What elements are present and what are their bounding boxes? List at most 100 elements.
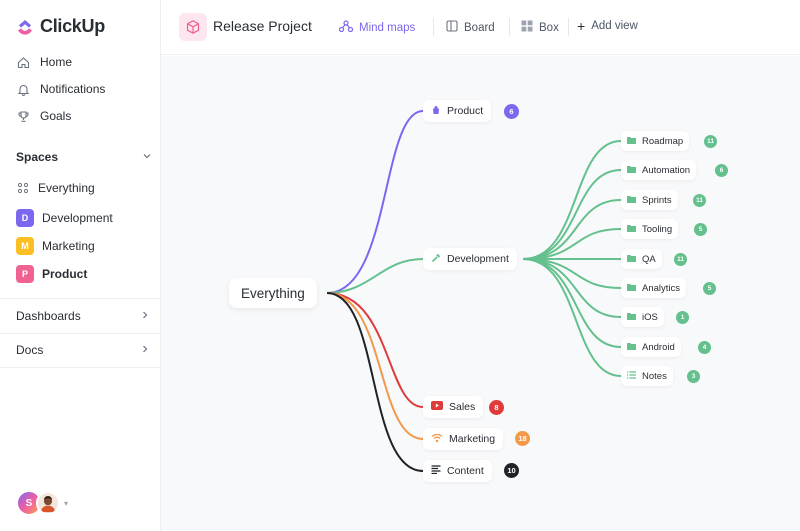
node-marketing-label: Marketing [449, 433, 496, 445]
node-notes[interactable]: Notes [621, 366, 673, 386]
bag-icon [431, 105, 441, 118]
list-icon [627, 370, 636, 382]
hammer-icon [431, 253, 441, 266]
node-roadmap-label: Roadmap [642, 135, 684, 147]
folder-icon [627, 224, 636, 235]
nav-goals[interactable]: Goals [16, 107, 71, 125]
nav-notifications[interactable]: Notifications [16, 80, 105, 98]
mind-map-canvas[interactable]: Everything Product 6 Development Sales 8… [161, 56, 800, 531]
count-badge: 8 [489, 400, 504, 415]
connector-marketing [326, 292, 424, 440]
board-icon [446, 20, 458, 35]
folder-icon [627, 165, 636, 176]
space-marketing[interactable]: M Marketing [16, 237, 95, 255]
node-automation-label: Automation [642, 164, 691, 176]
sidebar-divider [0, 298, 160, 299]
node-analytics-label: Analytics [642, 282, 681, 294]
node-notes-label: Notes [642, 370, 667, 382]
tab-box[interactable]: Box [521, 20, 559, 35]
node-roadmap[interactable]: Roadmap [621, 131, 690, 151]
spaces-title: Spaces [16, 150, 59, 164]
user-avatars[interactable]: S ▾ [16, 490, 68, 516]
chevron-right-icon [140, 309, 150, 323]
node-root-label: Everything [241, 285, 305, 301]
connector-notes [522, 258, 622, 377]
tab-mind-maps[interactable]: Mind maps [338, 20, 416, 35]
node-qa-label: QA [642, 253, 656, 265]
sidebar-dashboards[interactable]: Dashboards [16, 309, 150, 323]
node-android-label: Android [642, 341, 675, 353]
count-badge: 6 [715, 164, 728, 177]
node-product[interactable]: Product [423, 100, 492, 122]
node-sprints[interactable]: Sprints [621, 190, 678, 210]
avatar-photo [36, 491, 60, 515]
space-marketing-label: Marketing [42, 239, 95, 253]
wifi-icon [431, 433, 443, 446]
node-tooling[interactable]: Tooling [621, 219, 679, 239]
node-automation[interactable]: Automation [621, 160, 697, 180]
tab-divider [433, 18, 434, 36]
space-everything[interactable]: Everything [16, 181, 95, 195]
node-root[interactable]: Everything [229, 278, 317, 308]
node-ios[interactable]: iOS [621, 307, 664, 327]
connector-development [326, 258, 424, 294]
nav-home[interactable]: Home [16, 53, 72, 71]
space-product-label: Product [42, 267, 88, 281]
folder-icon [627, 136, 636, 147]
connector-product [326, 110, 424, 294]
tab-divider [509, 18, 510, 36]
page-title: Release Project [213, 18, 312, 34]
node-analytics[interactable]: Analytics [621, 278, 687, 298]
node-product-label: Product [447, 105, 484, 117]
dev-connectors [522, 140, 622, 377]
bell-icon [16, 82, 30, 96]
nav-home-label: Home [40, 55, 73, 69]
node-marketing[interactable]: Marketing [423, 428, 504, 450]
space-development-label: Development [42, 211, 113, 225]
folder-icon [627, 342, 636, 353]
plus-icon: + [577, 18, 586, 34]
sidebar-divider [0, 333, 160, 334]
tab-mind-maps-label: Mind maps [359, 21, 416, 34]
tab-board-label: Board [464, 21, 495, 34]
connector-roadmap [522, 140, 622, 260]
node-development-label: Development [447, 253, 509, 265]
count-badge: 1 [676, 311, 689, 324]
node-sprints-label: Sprints [642, 194, 672, 206]
space-everything-label: Everything [38, 181, 95, 195]
spaces-header[interactable]: Spaces [16, 150, 152, 164]
dashboards-label: Dashboards [16, 309, 81, 323]
count-badge: 3 [687, 370, 700, 383]
space-development[interactable]: D Development [16, 209, 113, 227]
count-badge: 5 [703, 282, 716, 295]
count-badge: 10 [504, 463, 519, 478]
folder-icon [627, 283, 636, 294]
clickup-logo[interactable]: ClickUp [16, 16, 105, 37]
folder-icon [627, 195, 636, 206]
connector-content [326, 292, 424, 472]
node-qa[interactable]: QA [621, 249, 662, 269]
tab-board[interactable]: Board [446, 20, 495, 35]
node-content[interactable]: Content [423, 460, 492, 482]
add-view-button[interactable]: + Add view [577, 18, 638, 34]
node-sales[interactable]: Sales [423, 396, 484, 418]
folder-icon [627, 254, 636, 265]
folder-icon [627, 312, 636, 323]
sidebar-docs[interactable]: Docs [16, 343, 150, 357]
node-android[interactable]: Android [621, 337, 681, 357]
count-badge: 5 [694, 223, 707, 236]
chevron-down-icon[interactable] [142, 150, 152, 164]
space-product[interactable]: P Product [16, 265, 87, 283]
app-name: ClickUp [40, 16, 105, 36]
trophy-icon [16, 109, 30, 123]
space-badge: D [16, 209, 34, 227]
nav-notifications-label: Notifications [40, 82, 106, 96]
caret-down-icon[interactable]: ▾ [64, 499, 68, 508]
space-badge: M [16, 237, 34, 255]
count-badge: 18 [515, 431, 530, 446]
node-ios-label: iOS [642, 311, 658, 323]
box-icon [521, 20, 533, 35]
grid-icon [16, 181, 30, 195]
count-badge: 11 [693, 194, 706, 207]
node-development[interactable]: Development [423, 248, 517, 270]
